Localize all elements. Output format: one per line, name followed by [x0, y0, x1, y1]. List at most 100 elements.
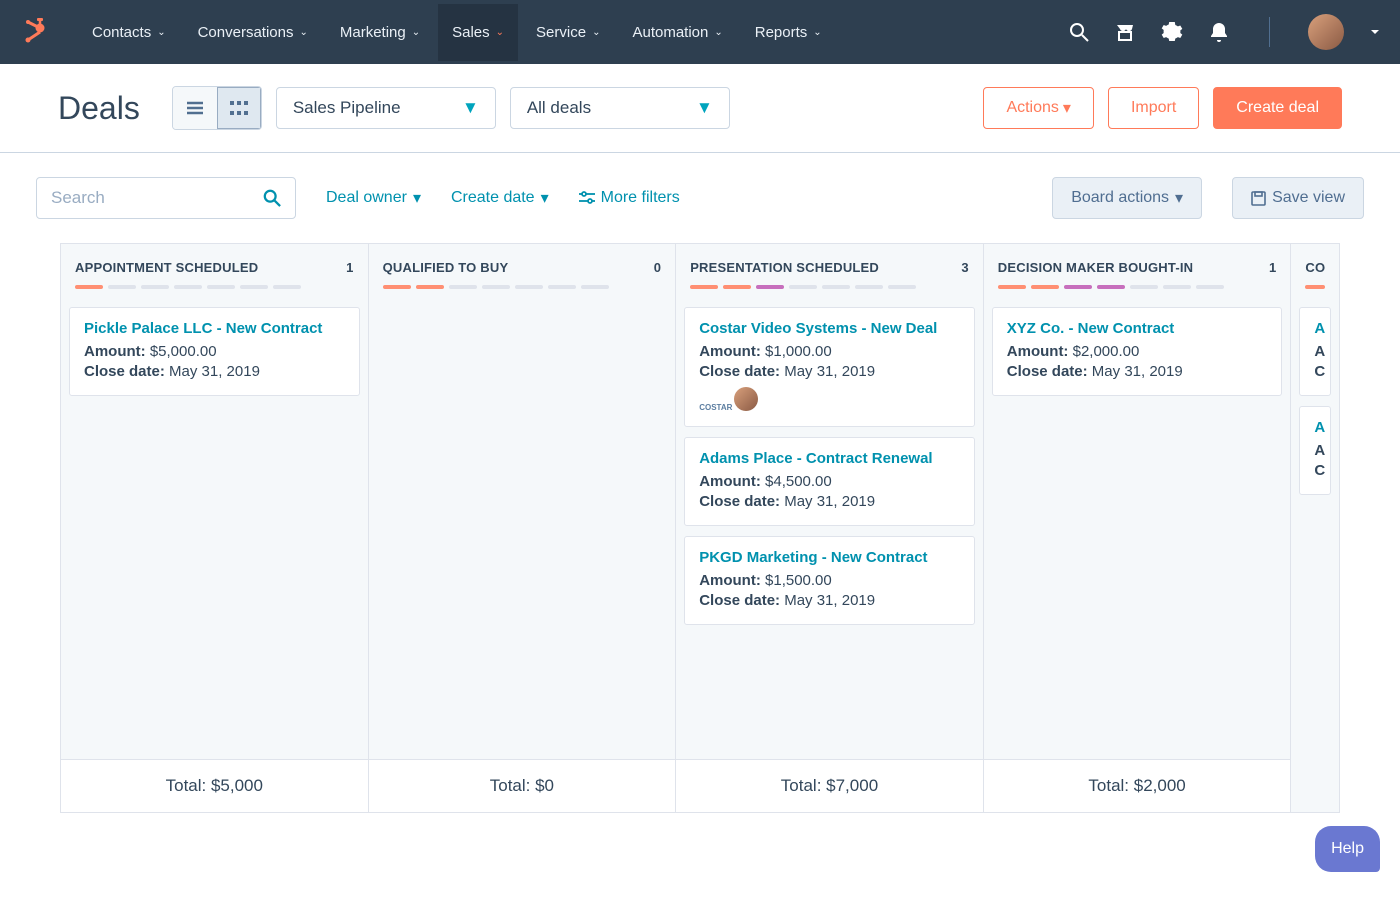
deal-close-date: Close date: May 31, 2019	[699, 592, 960, 609]
sliders-icon	[579, 191, 595, 205]
account-chevron-icon[interactable]	[1370, 27, 1380, 37]
help-button[interactable]: Help	[1315, 826, 1380, 872]
top-nav: Contacts⌄Conversations⌄Marketing⌄Sales⌄S…	[0, 0, 1400, 64]
scope-select[interactable]: All deals ▼	[510, 87, 730, 129]
board-view-button[interactable]	[217, 87, 261, 129]
stage-dash	[888, 285, 916, 289]
nav-item-label: Sales	[452, 24, 490, 41]
deal-card[interactable]: AAC	[1299, 307, 1331, 396]
nav-item-automation[interactable]: Automation⌄	[618, 4, 736, 61]
stage-dash	[240, 285, 268, 289]
import-button[interactable]: Import	[1108, 87, 1199, 129]
chevron-down-icon: ▼	[462, 98, 479, 118]
board-column: APPOINTMENT SCHEDULED1Pickle Palace LLC …	[60, 243, 368, 813]
column-count: 1	[346, 260, 353, 275]
column-total: Total: $0	[369, 759, 676, 812]
chevron-down-icon: ⌄	[592, 27, 600, 38]
filter-bar: Search Deal owner ▾ Create date ▾ More f…	[0, 153, 1400, 243]
save-view-label: Save view	[1272, 189, 1345, 207]
deal-card[interactable]: Costar Video Systems - New DealAmount: $…	[684, 307, 975, 427]
search-icon[interactable]	[1069, 22, 1089, 42]
create-date-label: Create date	[451, 189, 535, 207]
chevron-down-icon: ▼	[696, 98, 713, 118]
nav-item-service[interactable]: Service⌄	[522, 4, 614, 61]
chevron-down-icon: ▾	[413, 188, 421, 208]
stage-dash	[690, 285, 718, 289]
chevron-down-icon: ▾	[541, 188, 549, 208]
deal-card[interactable]: AAC	[1299, 406, 1331, 495]
column-title: DECISION MAKER BOUGHT-IN	[998, 260, 1193, 275]
nav-icons	[1069, 14, 1380, 50]
board-column: PRESENTATION SCHEDULED3Costar Video Syst…	[675, 243, 983, 813]
stage-dash	[789, 285, 817, 289]
pipeline-select[interactable]: Sales Pipeline ▼	[276, 87, 496, 129]
column-title: PRESENTATION SCHEDULED	[690, 260, 879, 275]
stage-dash	[515, 285, 543, 289]
stage-dash	[449, 285, 477, 289]
deal-owner-filter[interactable]: Deal owner ▾	[326, 188, 421, 208]
board-column: DECISION MAKER BOUGHT-IN 1 XYZ Co. - New C…	[983, 243, 1291, 813]
deal-owner-label: Deal owner	[326, 189, 407, 207]
stage-dash	[273, 285, 301, 289]
bell-icon[interactable]	[1209, 21, 1229, 43]
board-column: QUALIFIED TO BUY0Total: $0	[368, 243, 676, 813]
deal-card[interactable]: Pickle Palace LLC - New ContractAmount: …	[69, 307, 360, 396]
stage-dash	[75, 285, 103, 289]
deal-card[interactable]: PKGD Marketing - New ContractAmount: $1,…	[684, 536, 975, 625]
board-actions-button[interactable]: Board actions ▾	[1052, 177, 1202, 219]
nav-item-marketing[interactable]: Marketing ⌄	[326, 4, 434, 61]
search-placeholder: Search	[51, 188, 105, 208]
column-count: 0	[654, 260, 661, 275]
gear-icon[interactable]	[1161, 21, 1183, 43]
page-title: Deals	[58, 90, 140, 127]
create-deal-label: Create deal	[1236, 99, 1319, 117]
create-date-filter[interactable]: Create date ▾	[451, 188, 549, 208]
marketplace-icon[interactable]	[1115, 22, 1135, 42]
nav-item-reports[interactable]: Reports⌄	[741, 4, 836, 61]
deal-card-title: Adams Place - Contract Renewal	[699, 450, 960, 467]
stage-dash	[548, 285, 576, 289]
deal-card-title: PKGD Marketing - New Contract	[699, 549, 960, 566]
list-view-button[interactable]	[173, 87, 217, 129]
deal-amount: Amount: $2,000.00	[1007, 343, 1268, 360]
deal-card-title: A	[1314, 419, 1316, 436]
chevron-down-icon: ▾	[1063, 98, 1071, 118]
stage-dash	[383, 285, 411, 289]
create-deal-button[interactable]: Create deal	[1213, 87, 1342, 129]
deal-close-date: C	[1314, 363, 1316, 380]
pipeline-select-label: Sales Pipeline	[293, 98, 401, 118]
stage-dash	[416, 285, 444, 289]
stage-dash	[756, 285, 784, 289]
nav-items: Contacts⌄Conversations⌄Marketing⌄Sales⌄S…	[78, 4, 836, 61]
deal-amount: Amount: $1,000.00	[699, 343, 960, 360]
save-icon	[1251, 191, 1266, 206]
deal-close-date: Close date: May 31, 2019	[699, 363, 960, 380]
stage-dash	[1031, 285, 1059, 289]
chevron-down-icon: ⌄	[412, 27, 420, 38]
nav-item-label: Marketing	[340, 24, 406, 41]
nav-item-conversations[interactable]: Conversations⌄	[184, 4, 322, 61]
stage-dash	[581, 285, 609, 289]
avatar[interactable]	[1308, 14, 1344, 50]
nav-item-label: Automation	[632, 24, 708, 41]
owner-avatar	[734, 387, 758, 411]
more-filters-button[interactable]: More filters	[579, 189, 680, 207]
deal-card[interactable]: XYZ Co. - New ContractAmount: $2,000.00C…	[992, 307, 1283, 396]
column-count: 1	[1269, 260, 1276, 275]
deal-close-date: Close date: May 31, 2019	[84, 363, 345, 380]
actions-button[interactable]: Actions ▾	[983, 87, 1094, 129]
nav-item-label: Conversations	[198, 24, 294, 41]
stage-dash	[1097, 285, 1125, 289]
search-input[interactable]: Search	[36, 177, 296, 219]
stage-dash	[141, 285, 169, 289]
nav-item-contacts[interactable]: Contacts⌄	[78, 4, 180, 61]
deal-close-date: C	[1314, 462, 1316, 479]
stage-dash	[723, 285, 751, 289]
deal-card-title: Pickle Palace LLC - New Contract	[84, 320, 345, 337]
deal-amount: A	[1314, 343, 1316, 360]
stage-dash	[174, 285, 202, 289]
nav-item-sales[interactable]: Sales⌄	[438, 4, 518, 61]
deal-card[interactable]: Adams Place - Contract RenewalAmount: $4…	[684, 437, 975, 526]
hubspot-logo-icon	[20, 18, 48, 46]
save-view-button[interactable]: Save view	[1232, 177, 1364, 219]
